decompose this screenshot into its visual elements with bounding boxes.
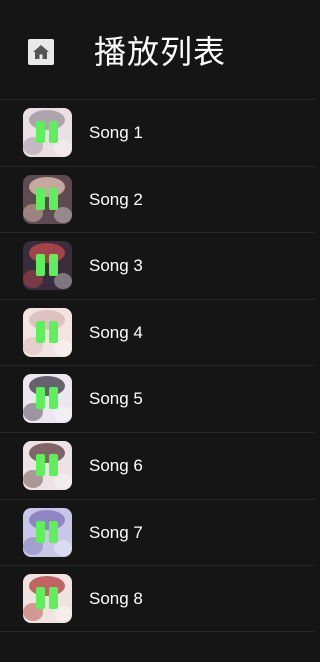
equalizer-icon xyxy=(36,320,58,343)
home-button[interactable] xyxy=(28,39,54,65)
playlist-item[interactable]: Song 3 xyxy=(0,232,315,299)
equalizer-bar xyxy=(36,121,45,143)
equalizer-bar xyxy=(36,453,45,476)
equalizer-icon xyxy=(36,453,58,476)
song-title: Song 6 xyxy=(89,455,143,475)
equalizer-bar xyxy=(49,254,58,277)
equalizer-bar xyxy=(49,453,58,476)
song-title: Song 1 xyxy=(89,123,143,142)
song-title: Song 4 xyxy=(89,322,143,342)
equalizer-bar xyxy=(36,254,45,277)
home-icon xyxy=(33,45,49,59)
playlist: Song 1 Song 2 Song 3 Song 4 Song 5 Song 6 Song… xyxy=(0,99,315,632)
song-title: Song 2 xyxy=(89,189,143,209)
equalizer-bar xyxy=(36,320,45,343)
song-title: Song 7 xyxy=(89,522,143,542)
equalizer-bar xyxy=(49,587,58,610)
equalizer-icon xyxy=(36,587,58,610)
playlist-item[interactable]: Song 5 xyxy=(0,365,315,432)
album-art-thumbnail xyxy=(23,241,72,291)
equalizer-bar xyxy=(49,121,58,143)
equalizer-icon xyxy=(36,121,58,143)
playlist-item[interactable]: Song 8 xyxy=(0,565,315,632)
equalizer-bar xyxy=(36,520,45,543)
album-art-thumbnail xyxy=(23,374,72,424)
playlist-item[interactable]: Song 6 xyxy=(0,431,315,499)
playlist-item[interactable]: Song 1 xyxy=(0,99,315,166)
equalizer-bar xyxy=(36,187,45,210)
album-art-thumbnail xyxy=(23,174,72,224)
song-title: Song 5 xyxy=(89,389,143,409)
equalizer-icon xyxy=(36,254,58,277)
song-title: Song 8 xyxy=(89,589,143,609)
equalizer-bar xyxy=(49,187,58,210)
album-art-thumbnail xyxy=(23,307,72,357)
album-art-thumbnail xyxy=(23,108,72,157)
equalizer-bar xyxy=(49,520,58,543)
page-title: 播放列表 xyxy=(94,33,227,71)
playlist-item[interactable]: Song 2 xyxy=(0,165,315,233)
equalizer-bar xyxy=(36,587,45,610)
app-header: 播放列表 xyxy=(0,0,315,99)
equalizer-icon xyxy=(36,520,58,543)
equalizer-icon xyxy=(36,187,58,210)
equalizer-bar xyxy=(36,387,45,410)
album-art-thumbnail xyxy=(23,574,72,624)
album-art-thumbnail xyxy=(23,440,72,490)
equalizer-bar xyxy=(49,320,58,343)
playlist-item[interactable]: Song 7 xyxy=(0,498,315,566)
playlist-item[interactable]: Song 4 xyxy=(0,298,315,366)
equalizer-icon xyxy=(36,387,58,410)
equalizer-bar xyxy=(49,387,58,410)
album-art-thumbnail xyxy=(23,507,72,557)
song-title: Song 3 xyxy=(89,256,143,276)
